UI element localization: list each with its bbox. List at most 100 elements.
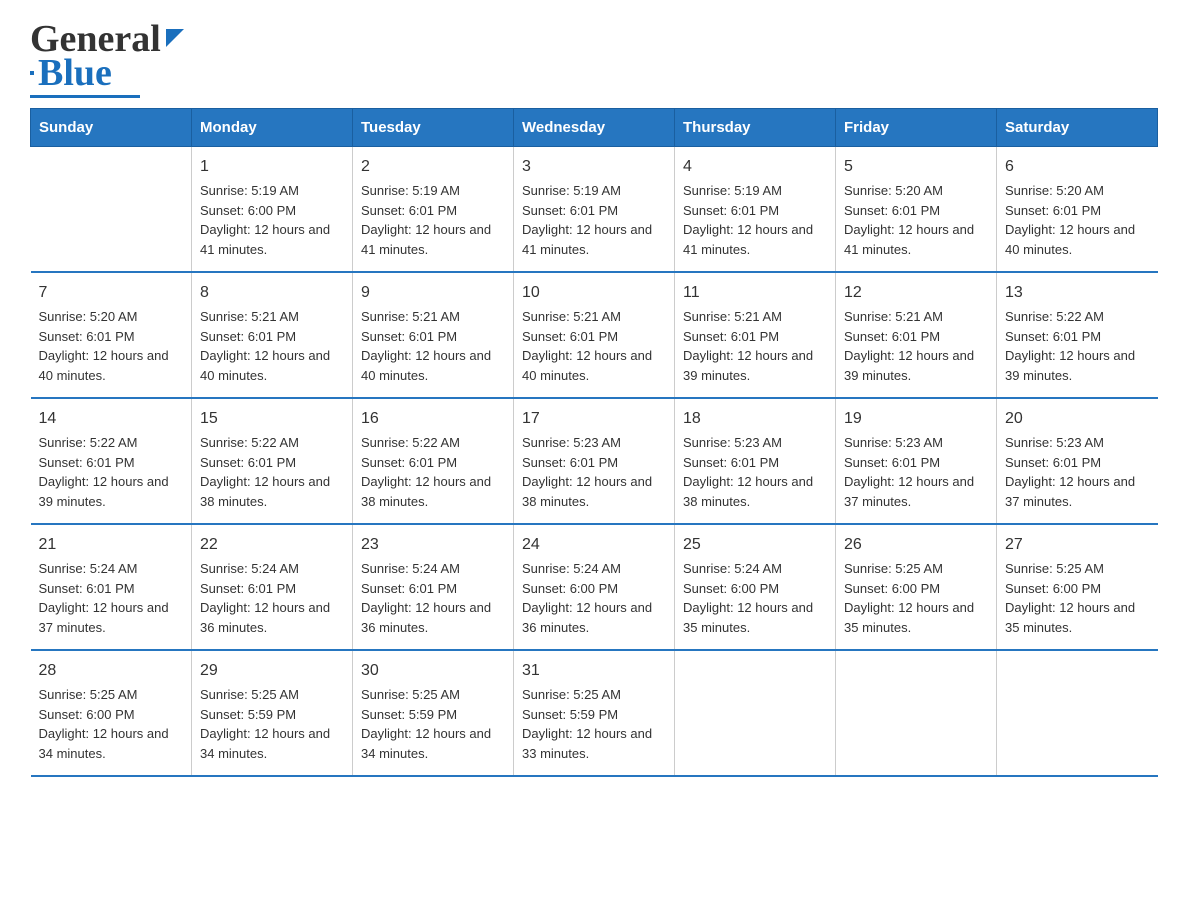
day-info: Sunrise: 5:21 AMSunset: 6:01 PMDaylight:… bbox=[200, 307, 344, 385]
calendar-table: SundayMondayTuesdayWednesdayThursdayFrid… bbox=[30, 108, 1158, 777]
day-info: Sunrise: 5:19 AMSunset: 6:01 PMDaylight:… bbox=[361, 181, 505, 259]
day-info: Sunrise: 5:25 AMSunset: 5:59 PMDaylight:… bbox=[522, 685, 666, 763]
day-info: Sunrise: 5:25 AMSunset: 5:59 PMDaylight:… bbox=[200, 685, 344, 763]
day-info: Sunrise: 5:24 AMSunset: 6:00 PMDaylight:… bbox=[683, 559, 827, 637]
day-number: 25 bbox=[683, 533, 827, 557]
calendar-cell: 17Sunrise: 5:23 AMSunset: 6:01 PMDayligh… bbox=[514, 398, 675, 524]
calendar-cell: 30Sunrise: 5:25 AMSunset: 5:59 PMDayligh… bbox=[353, 650, 514, 776]
header-thursday: Thursday bbox=[675, 109, 836, 147]
day-info: Sunrise: 5:22 AMSunset: 6:01 PMDaylight:… bbox=[200, 433, 344, 511]
day-info: Sunrise: 5:21 AMSunset: 6:01 PMDaylight:… bbox=[683, 307, 827, 385]
day-number: 31 bbox=[522, 659, 666, 683]
calendar-cell bbox=[675, 650, 836, 776]
day-number: 14 bbox=[39, 407, 184, 431]
day-number: 17 bbox=[522, 407, 666, 431]
day-info: Sunrise: 5:23 AMSunset: 6:01 PMDaylight:… bbox=[1005, 433, 1150, 511]
week-row-5: 28Sunrise: 5:25 AMSunset: 6:00 PMDayligh… bbox=[31, 650, 1158, 776]
header-row: SundayMondayTuesdayWednesdayThursdayFrid… bbox=[31, 109, 1158, 147]
day-number: 5 bbox=[844, 155, 988, 179]
day-info: Sunrise: 5:25 AMSunset: 6:00 PMDaylight:… bbox=[1005, 559, 1150, 637]
day-number: 8 bbox=[200, 281, 344, 305]
calendar-cell: 19Sunrise: 5:23 AMSunset: 6:01 PMDayligh… bbox=[836, 398, 997, 524]
day-info: Sunrise: 5:23 AMSunset: 6:01 PMDaylight:… bbox=[683, 433, 827, 511]
calendar-cell: 24Sunrise: 5:24 AMSunset: 6:00 PMDayligh… bbox=[514, 524, 675, 650]
calendar-cell: 22Sunrise: 5:24 AMSunset: 6:01 PMDayligh… bbox=[192, 524, 353, 650]
day-number: 27 bbox=[1005, 533, 1150, 557]
day-number: 26 bbox=[844, 533, 988, 557]
day-info: Sunrise: 5:21 AMSunset: 6:01 PMDaylight:… bbox=[522, 307, 666, 385]
logo: General Blue bbox=[30, 20, 186, 98]
day-info: Sunrise: 5:23 AMSunset: 6:01 PMDaylight:… bbox=[522, 433, 666, 511]
week-row-2: 7Sunrise: 5:20 AMSunset: 6:01 PMDaylight… bbox=[31, 272, 1158, 398]
calendar-cell: 3Sunrise: 5:19 AMSunset: 6:01 PMDaylight… bbox=[514, 147, 675, 273]
day-number: 6 bbox=[1005, 155, 1150, 179]
day-info: Sunrise: 5:25 AMSunset: 6:00 PMDaylight:… bbox=[39, 685, 184, 763]
header-tuesday: Tuesday bbox=[353, 109, 514, 147]
day-number: 15 bbox=[200, 407, 344, 431]
day-number: 28 bbox=[39, 659, 184, 683]
calendar-cell: 13Sunrise: 5:22 AMSunset: 6:01 PMDayligh… bbox=[997, 272, 1158, 398]
header-wednesday: Wednesday bbox=[514, 109, 675, 147]
day-info: Sunrise: 5:22 AMSunset: 6:01 PMDaylight:… bbox=[361, 433, 505, 511]
week-row-3: 14Sunrise: 5:22 AMSunset: 6:01 PMDayligh… bbox=[31, 398, 1158, 524]
week-row-4: 21Sunrise: 5:24 AMSunset: 6:01 PMDayligh… bbox=[31, 524, 1158, 650]
day-number: 2 bbox=[361, 155, 505, 179]
calendar-cell: 14Sunrise: 5:22 AMSunset: 6:01 PMDayligh… bbox=[31, 398, 192, 524]
calendar-cell: 2Sunrise: 5:19 AMSunset: 6:01 PMDaylight… bbox=[353, 147, 514, 273]
day-info: Sunrise: 5:24 AMSunset: 6:01 PMDaylight:… bbox=[200, 559, 344, 637]
calendar-cell: 4Sunrise: 5:19 AMSunset: 6:01 PMDaylight… bbox=[675, 147, 836, 273]
calendar-cell: 8Sunrise: 5:21 AMSunset: 6:01 PMDaylight… bbox=[192, 272, 353, 398]
header-monday: Monday bbox=[192, 109, 353, 147]
calendar-cell: 16Sunrise: 5:22 AMSunset: 6:01 PMDayligh… bbox=[353, 398, 514, 524]
day-number: 3 bbox=[522, 155, 666, 179]
day-info: Sunrise: 5:22 AMSunset: 6:01 PMDaylight:… bbox=[1005, 307, 1150, 385]
day-info: Sunrise: 5:19 AMSunset: 6:00 PMDaylight:… bbox=[200, 181, 344, 259]
page-header: General Blue bbox=[30, 20, 1158, 98]
day-info: Sunrise: 5:22 AMSunset: 6:01 PMDaylight:… bbox=[39, 433, 184, 511]
day-number: 13 bbox=[1005, 281, 1150, 305]
day-number: 11 bbox=[683, 281, 827, 305]
day-number: 23 bbox=[361, 533, 505, 557]
day-info: Sunrise: 5:24 AMSunset: 6:00 PMDaylight:… bbox=[522, 559, 666, 637]
day-info: Sunrise: 5:20 AMSunset: 6:01 PMDaylight:… bbox=[844, 181, 988, 259]
header-friday: Friday bbox=[836, 109, 997, 147]
logo-underline bbox=[30, 95, 140, 98]
calendar-cell bbox=[31, 147, 192, 273]
calendar-cell: 31Sunrise: 5:25 AMSunset: 5:59 PMDayligh… bbox=[514, 650, 675, 776]
calendar-cell: 9Sunrise: 5:21 AMSunset: 6:01 PMDaylight… bbox=[353, 272, 514, 398]
day-info: Sunrise: 5:21 AMSunset: 6:01 PMDaylight:… bbox=[844, 307, 988, 385]
day-number: 10 bbox=[522, 281, 666, 305]
logo-arrow-icon bbox=[164, 27, 186, 49]
day-number: 4 bbox=[683, 155, 827, 179]
logo-blue: Blue bbox=[38, 54, 112, 92]
calendar-cell: 10Sunrise: 5:21 AMSunset: 6:01 PMDayligh… bbox=[514, 272, 675, 398]
calendar-cell: 26Sunrise: 5:25 AMSunset: 6:00 PMDayligh… bbox=[836, 524, 997, 650]
calendar-cell: 28Sunrise: 5:25 AMSunset: 6:00 PMDayligh… bbox=[31, 650, 192, 776]
calendar-cell bbox=[836, 650, 997, 776]
calendar-cell: 29Sunrise: 5:25 AMSunset: 5:59 PMDayligh… bbox=[192, 650, 353, 776]
day-info: Sunrise: 5:19 AMSunset: 6:01 PMDaylight:… bbox=[522, 181, 666, 259]
calendar-cell: 7Sunrise: 5:20 AMSunset: 6:01 PMDaylight… bbox=[31, 272, 192, 398]
day-info: Sunrise: 5:24 AMSunset: 6:01 PMDaylight:… bbox=[39, 559, 184, 637]
day-info: Sunrise: 5:19 AMSunset: 6:01 PMDaylight:… bbox=[683, 181, 827, 259]
day-number: 21 bbox=[39, 533, 184, 557]
day-number: 7 bbox=[39, 281, 184, 305]
day-number: 24 bbox=[522, 533, 666, 557]
calendar-cell: 6Sunrise: 5:20 AMSunset: 6:01 PMDaylight… bbox=[997, 147, 1158, 273]
day-number: 30 bbox=[361, 659, 505, 683]
day-info: Sunrise: 5:25 AMSunset: 5:59 PMDaylight:… bbox=[361, 685, 505, 763]
day-info: Sunrise: 5:25 AMSunset: 6:00 PMDaylight:… bbox=[844, 559, 988, 637]
day-number: 19 bbox=[844, 407, 988, 431]
calendar-cell: 21Sunrise: 5:24 AMSunset: 6:01 PMDayligh… bbox=[31, 524, 192, 650]
day-number: 29 bbox=[200, 659, 344, 683]
header-saturday: Saturday bbox=[997, 109, 1158, 147]
calendar-cell: 23Sunrise: 5:24 AMSunset: 6:01 PMDayligh… bbox=[353, 524, 514, 650]
day-number: 16 bbox=[361, 407, 505, 431]
calendar-cell: 12Sunrise: 5:21 AMSunset: 6:01 PMDayligh… bbox=[836, 272, 997, 398]
calendar-cell: 27Sunrise: 5:25 AMSunset: 6:00 PMDayligh… bbox=[997, 524, 1158, 650]
calendar-cell: 20Sunrise: 5:23 AMSunset: 6:01 PMDayligh… bbox=[997, 398, 1158, 524]
day-number: 20 bbox=[1005, 407, 1150, 431]
day-info: Sunrise: 5:24 AMSunset: 6:01 PMDaylight:… bbox=[361, 559, 505, 637]
calendar-cell: 5Sunrise: 5:20 AMSunset: 6:01 PMDaylight… bbox=[836, 147, 997, 273]
day-number: 9 bbox=[361, 281, 505, 305]
